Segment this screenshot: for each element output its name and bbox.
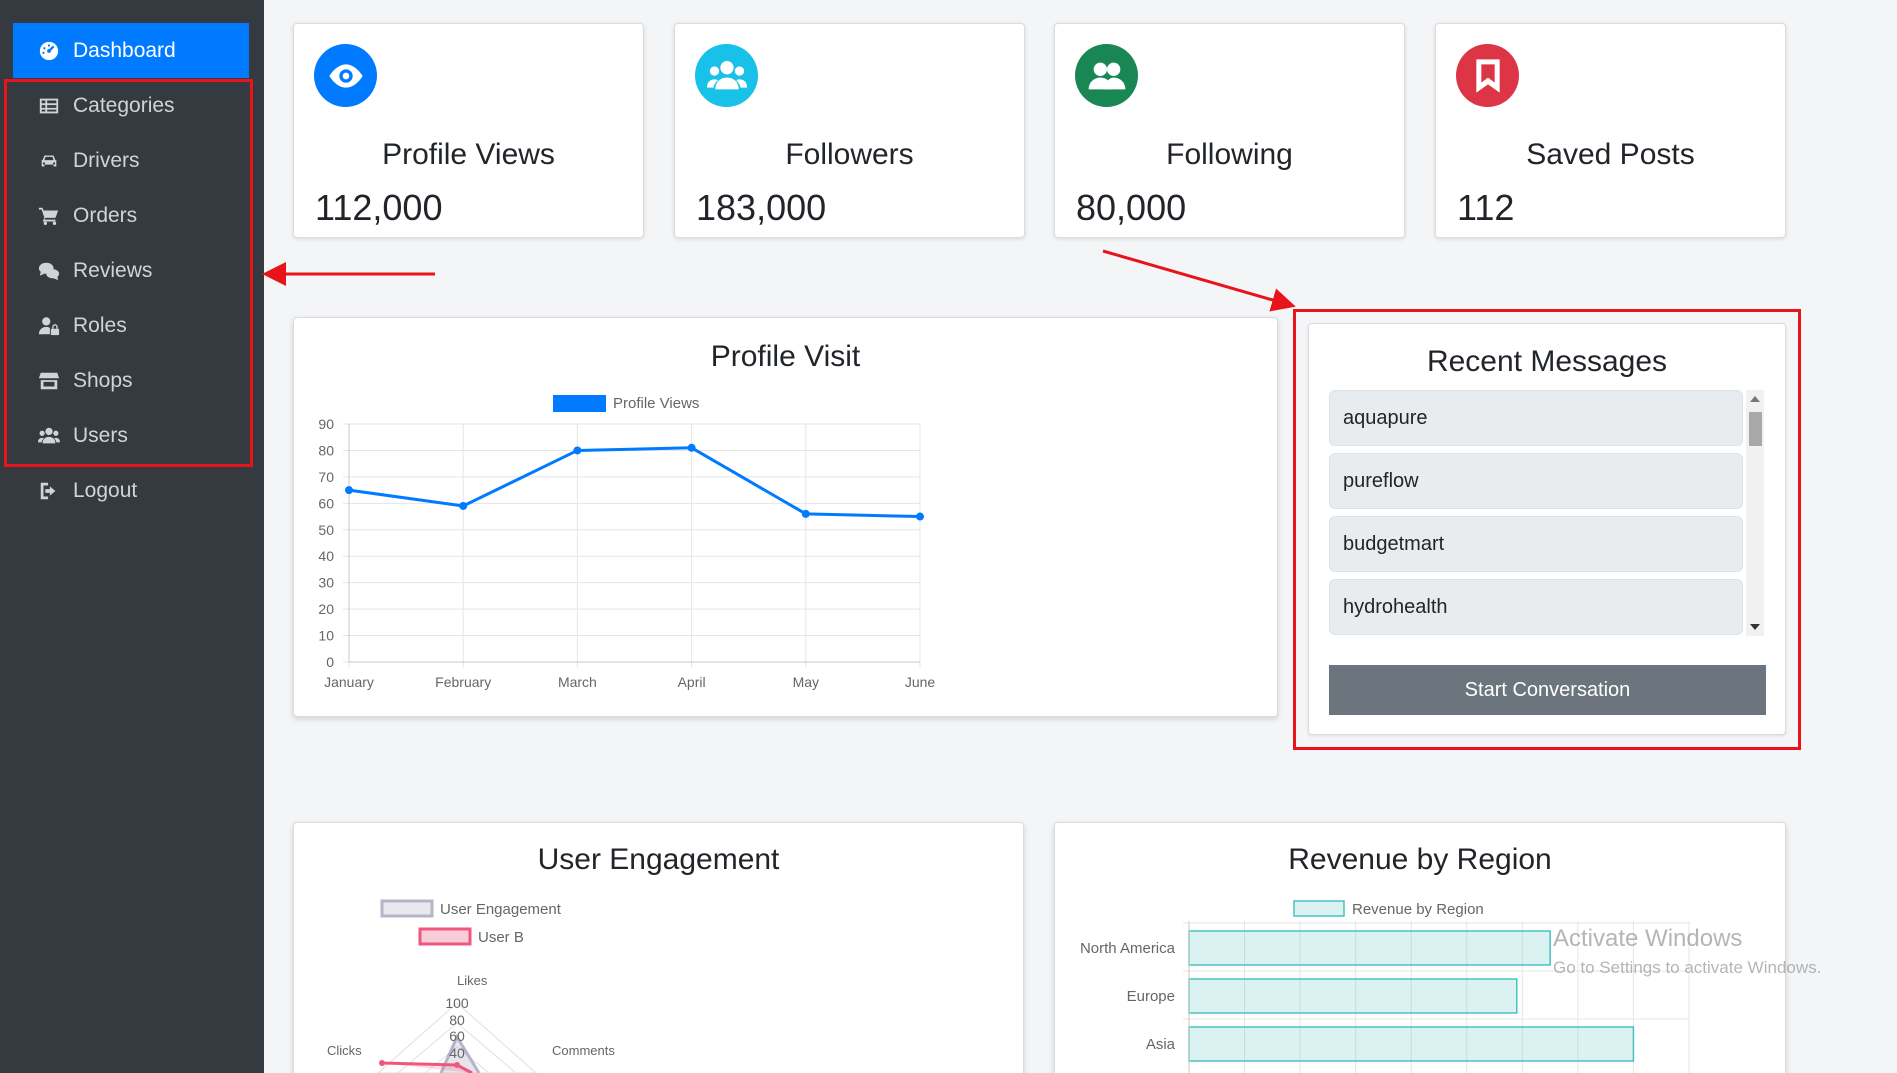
radar-label-comments: Comments: [552, 1043, 615, 1058]
user-engagement-card: User Engagement User Engagement User B L…: [293, 822, 1024, 1073]
watermark-title: Activate Windows: [1553, 925, 1743, 952]
y-tick-label: Europe: [1127, 988, 1175, 1005]
bar: [1188, 978, 1518, 1014]
legend-label-revenue: Revenue by Region: [1352, 901, 1484, 918]
radar-point: [379, 1060, 385, 1066]
radar-tick: 80: [449, 1012, 465, 1028]
bar: [1188, 930, 1551, 966]
y-tick-label: Asia: [1146, 1036, 1176, 1053]
bar: [1188, 1026, 1635, 1062]
radar-tick: 100: [445, 995, 469, 1011]
legend-swatch-user-engagement: [380, 899, 434, 918]
radar-label-clicks: Clicks: [327, 1043, 362, 1058]
watermark-subtitle: Go to Settings to activate Windows.: [1553, 958, 1822, 977]
legend-label-user-engagement: User Engagement: [440, 901, 562, 918]
legend-swatch-user-b: [418, 927, 472, 946]
radar-tick: 60: [449, 1028, 465, 1044]
legend-swatch-revenue: [1293, 900, 1345, 917]
radar-label-likes: Likes: [457, 973, 488, 988]
y-tick-label: North America: [1080, 940, 1176, 957]
radar-point: [454, 1062, 460, 1068]
user-engagement-chart: User Engagement User B Likes Comments Cl…: [327, 899, 615, 1073]
annotation-arrow-right: [1102, 249, 1296, 312]
radar-tick: 40: [449, 1045, 465, 1061]
legend-label-user-b: User B: [478, 929, 524, 946]
